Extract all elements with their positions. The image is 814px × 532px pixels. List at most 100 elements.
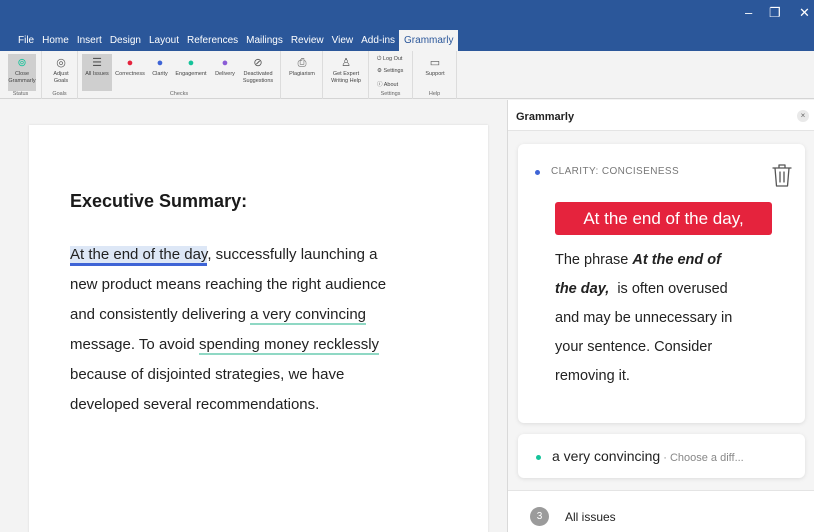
tab-insert[interactable]: Insert bbox=[73, 35, 106, 51]
suggestion-card-collapsed[interactable]: a very convincing · Choose a diff... bbox=[518, 434, 805, 478]
all-issues-label: All Issues bbox=[85, 71, 109, 77]
suggestion-card[interactable]: CLARITY: CONCISENESS At the end of the d… bbox=[518, 144, 805, 423]
engagement-dot-icon bbox=[536, 455, 541, 460]
person-icon: ♙ bbox=[341, 57, 351, 69]
close-grammarly-label-2: Grammarly bbox=[8, 78, 36, 84]
ribbon-group-settings: ⏻ Log Out ⚙ Settings ⓘ About Settings bbox=[369, 51, 413, 99]
tab-layout[interactable]: Layout bbox=[145, 35, 183, 51]
tab-home[interactable]: Home bbox=[38, 35, 73, 51]
explanation-text: is often overused bbox=[609, 281, 728, 297]
tab-references[interactable]: References bbox=[183, 35, 242, 51]
close-icon[interactable]: ✕ bbox=[799, 6, 810, 20]
document-line: message. To avoid spending money reckles… bbox=[70, 336, 380, 355]
ribbon-group-expert: ♙ Get Expert Writing Help bbox=[323, 51, 369, 99]
correctness-icon: ● bbox=[126, 57, 134, 69]
line-text: , successfully launching a bbox=[207, 246, 378, 263]
correctness-button[interactable]: ● Correctness bbox=[113, 54, 147, 78]
explanation-text: The phrase bbox=[555, 252, 633, 268]
collapsed-hint: · Choose a diff... bbox=[660, 452, 744, 464]
delivery-icon: ● bbox=[221, 57, 229, 69]
settings-button[interactable]: ⚙ Settings bbox=[377, 68, 403, 74]
flagged-phrase-engagement[interactable]: a very convincing bbox=[250, 306, 367, 325]
clarity-button[interactable]: ● Clarity bbox=[149, 54, 171, 78]
log-out-label: Log Out bbox=[382, 56, 403, 62]
clarity-dot-icon bbox=[535, 170, 540, 175]
all-issues-link[interactable]: All issues bbox=[565, 510, 616, 524]
group-label-settings: Settings bbox=[380, 91, 401, 97]
explanation-text: removing it. bbox=[555, 368, 630, 384]
info-icon: ⓘ bbox=[377, 82, 383, 88]
title-bar: – ❐ ✕ File Home Insert Design Layout Ref… bbox=[0, 0, 814, 51]
tab-review[interactable]: Review bbox=[287, 35, 328, 51]
tab-grammarly[interactable]: Grammarly bbox=[399, 30, 459, 51]
clarity-label: Clarity bbox=[152, 71, 168, 77]
about-label: About bbox=[383, 82, 399, 88]
document-area: Executive Summary: At the end of the day… bbox=[0, 100, 507, 532]
engagement-icon: ● bbox=[187, 57, 195, 69]
list-icon: ☰ bbox=[92, 57, 102, 69]
gear-icon: ⚙ bbox=[377, 68, 382, 74]
delivery-label: Delivery bbox=[215, 71, 235, 77]
document-line: because of disjointed strategies, we hav… bbox=[70, 366, 345, 383]
minimize-icon[interactable]: – bbox=[745, 6, 752, 20]
document-page[interactable]: Executive Summary: At the end of the day… bbox=[29, 125, 488, 532]
expert-label-2: Writing Help bbox=[331, 78, 361, 84]
tab-view[interactable]: View bbox=[328, 35, 358, 51]
explanation-text: your sentence. Consider bbox=[555, 339, 713, 355]
engagement-button[interactable]: ● Engagement bbox=[172, 54, 210, 78]
grammarly-pane: Grammarly × CLARITY: CONCISENESS At the … bbox=[507, 100, 814, 532]
explanation-phrase: the day, bbox=[555, 281, 610, 297]
tab-add-ins[interactable]: Add-ins bbox=[357, 35, 399, 51]
tab-mailings[interactable]: Mailings bbox=[242, 35, 287, 51]
adjust-goals-label-2: Goals bbox=[53, 78, 69, 84]
grammarly-logo-icon: ⊚ bbox=[17, 57, 27, 69]
explanation-phrase: At the end of bbox=[632, 252, 721, 268]
support-button[interactable]: ▭ Support bbox=[419, 54, 451, 78]
adjust-goals-label-1: Adjust bbox=[53, 71, 69, 77]
line-text: message. To avoid bbox=[70, 336, 199, 353]
trash-icon[interactable] bbox=[771, 162, 793, 188]
expert-label-1: Get Expert bbox=[332, 71, 360, 77]
tab-design[interactable]: Design bbox=[106, 35, 145, 51]
document-line: and consistently delivering a very convi… bbox=[70, 306, 367, 325]
clarity-icon: ● bbox=[156, 57, 164, 69]
deactivated-suggestions-button[interactable]: ⊘ Deactivated Suggestions bbox=[238, 54, 278, 85]
power-icon: ⏻ bbox=[377, 56, 382, 62]
group-label-status: Status bbox=[12, 91, 29, 97]
close-grammarly-label-1: Close bbox=[14, 71, 30, 77]
about-button[interactable]: ⓘ About bbox=[377, 80, 398, 88]
engagement-label: Engagement bbox=[175, 71, 207, 77]
maximize-icon[interactable]: ❐ bbox=[769, 6, 781, 20]
collapsed-phrase: a very convincing bbox=[552, 448, 661, 464]
close-grammarly-button[interactable]: ⊚ Close Grammarly bbox=[8, 54, 36, 91]
correctness-label: Correctness bbox=[115, 71, 145, 77]
delivery-button[interactable]: ● Delivery bbox=[212, 54, 238, 78]
remove-suggestion-button[interactable]: At the end of the day, bbox=[555, 202, 772, 235]
line-text: and consistently delivering bbox=[70, 306, 251, 323]
adjust-goals-button[interactable]: ◎ Adjust Goals bbox=[47, 54, 75, 85]
suggestion-category: CLARITY: CONCISENESS bbox=[551, 166, 680, 177]
ribbon-group-plagiarism: ⎙ Plagiarism bbox=[281, 51, 323, 99]
document-line: new product means reaching the right aud… bbox=[70, 276, 387, 293]
close-icon[interactable]: × bbox=[797, 110, 809, 122]
document-line: At the end of the day, successfully laun… bbox=[70, 246, 378, 266]
chat-icon: ▭ bbox=[429, 57, 441, 69]
deactivated-label-2: Suggestions bbox=[242, 78, 274, 84]
log-out-button[interactable]: ⏻ Log Out bbox=[377, 56, 402, 63]
ribbon-group-goals: ◎ Adjust Goals Goals bbox=[42, 51, 78, 99]
pane-header: Grammarly × bbox=[508, 100, 814, 131]
expert-help-button[interactable]: ♙ Get Expert Writing Help bbox=[327, 54, 365, 85]
flagged-phrase-engagement[interactable]: spending money recklessly bbox=[198, 336, 380, 355]
document-heading: Executive Summary: bbox=[70, 191, 248, 211]
flagged-phrase-clarity[interactable]: At the end of the day bbox=[70, 246, 208, 266]
deactivated-icon: ⊘ bbox=[253, 57, 263, 69]
settings-label: Settings bbox=[383, 68, 404, 74]
plagiarism-button[interactable]: ⎙ Plagiarism bbox=[285, 54, 319, 78]
pane-title: Grammarly bbox=[516, 111, 575, 123]
deactivated-label-1: Deactivated bbox=[243, 71, 273, 77]
pane-footer[interactable]: 3 All issues bbox=[508, 490, 814, 532]
tab-file[interactable]: File bbox=[14, 35, 38, 51]
document-line: developed several recommendations. bbox=[70, 396, 320, 413]
all-issues-button[interactable]: ☰ All Issues bbox=[82, 54, 112, 91]
ribbon-group-help: ▭ Support Help bbox=[413, 51, 457, 99]
